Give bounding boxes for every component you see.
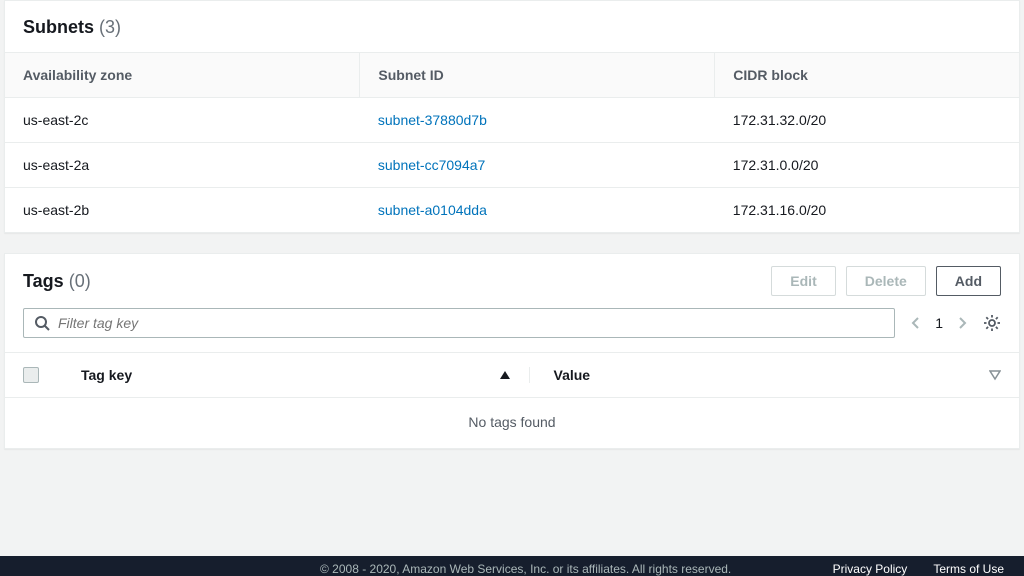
filter-box[interactable]: [23, 308, 895, 338]
gear-icon[interactable]: [983, 314, 1001, 332]
edit-button[interactable]: Edit: [771, 266, 835, 296]
filter-row: 1: [5, 308, 1019, 352]
subnets-header: Subnets (3): [5, 1, 1019, 53]
subnet-link[interactable]: subnet-37880d7b: [378, 112, 487, 128]
table-row: us-east-2c subnet-37880d7b 172.31.32.0/2…: [5, 98, 1019, 143]
col-header-subnet-id[interactable]: Subnet ID: [360, 53, 715, 98]
col-tag-key-label: Tag key: [81, 367, 132, 383]
col-header-value[interactable]: Value: [530, 367, 1002, 383]
cell-cidr: 172.31.0.0/20: [715, 143, 1019, 188]
cell-az: us-east-2c: [5, 98, 360, 143]
col-header-tag-key[interactable]: Tag key: [63, 367, 530, 383]
tags-header: Tags (0) Edit Delete Add: [5, 254, 1019, 308]
table-row: us-east-2b subnet-a0104dda 172.31.16.0/2…: [5, 188, 1019, 233]
footer-privacy-link[interactable]: Privacy Policy: [833, 562, 908, 576]
footer: © 2008 - 2020, Amazon Web Services, Inc.…: [0, 556, 1024, 576]
search-icon: [34, 315, 50, 331]
select-all-cell: [23, 367, 63, 383]
tags-title-text: Tags: [23, 271, 64, 291]
col-value-label: Value: [554, 367, 591, 383]
tags-title: Tags (0): [23, 271, 91, 292]
subnet-link[interactable]: subnet-cc7094a7: [378, 157, 485, 173]
cell-cidr: 172.31.32.0/20: [715, 98, 1019, 143]
tags-empty-message: No tags found: [5, 398, 1019, 448]
table-row: us-east-2a subnet-cc7094a7 172.31.0.0/20: [5, 143, 1019, 188]
footer-copyright: © 2008 - 2020, Amazon Web Services, Inc.…: [320, 562, 731, 576]
sort-none-icon: [989, 369, 1001, 381]
col-header-cidr[interactable]: CIDR block: [715, 53, 1019, 98]
subnets-table: Availability zone Subnet ID CIDR block u…: [5, 53, 1019, 232]
subnets-title: Subnets (3): [23, 17, 121, 38]
tags-count: (0): [69, 271, 91, 291]
footer-terms-link[interactable]: Terms of Use: [933, 562, 1004, 576]
delete-button[interactable]: Delete: [846, 266, 926, 296]
subnets-count: (3): [99, 17, 121, 37]
cell-subnet-id: subnet-37880d7b: [360, 98, 715, 143]
cell-cidr: 172.31.16.0/20: [715, 188, 1019, 233]
sort-asc-icon: [499, 369, 511, 381]
cell-az: us-east-2b: [5, 188, 360, 233]
subnet-link[interactable]: subnet-a0104dda: [378, 202, 487, 218]
col-header-az[interactable]: Availability zone: [5, 53, 360, 98]
prev-page-icon[interactable]: [911, 315, 921, 331]
tags-table-header: Tag key Value: [5, 352, 1019, 398]
subnets-title-text: Subnets: [23, 17, 94, 37]
filter-input[interactable]: [58, 315, 884, 331]
select-all-checkbox[interactable]: [23, 367, 39, 383]
subnets-panel: Subnets (3) Availability zone Subnet ID …: [4, 0, 1020, 233]
pager: 1: [911, 315, 967, 331]
add-button[interactable]: Add: [936, 266, 1001, 296]
tags-panel: Tags (0) Edit Delete Add 1: [4, 253, 1020, 449]
tags-actions: Edit Delete Add: [771, 266, 1001, 296]
next-page-icon[interactable]: [957, 315, 967, 331]
cell-az: us-east-2a: [5, 143, 360, 188]
cell-subnet-id: subnet-cc7094a7: [360, 143, 715, 188]
page-number: 1: [935, 315, 943, 331]
cell-subnet-id: subnet-a0104dda: [360, 188, 715, 233]
